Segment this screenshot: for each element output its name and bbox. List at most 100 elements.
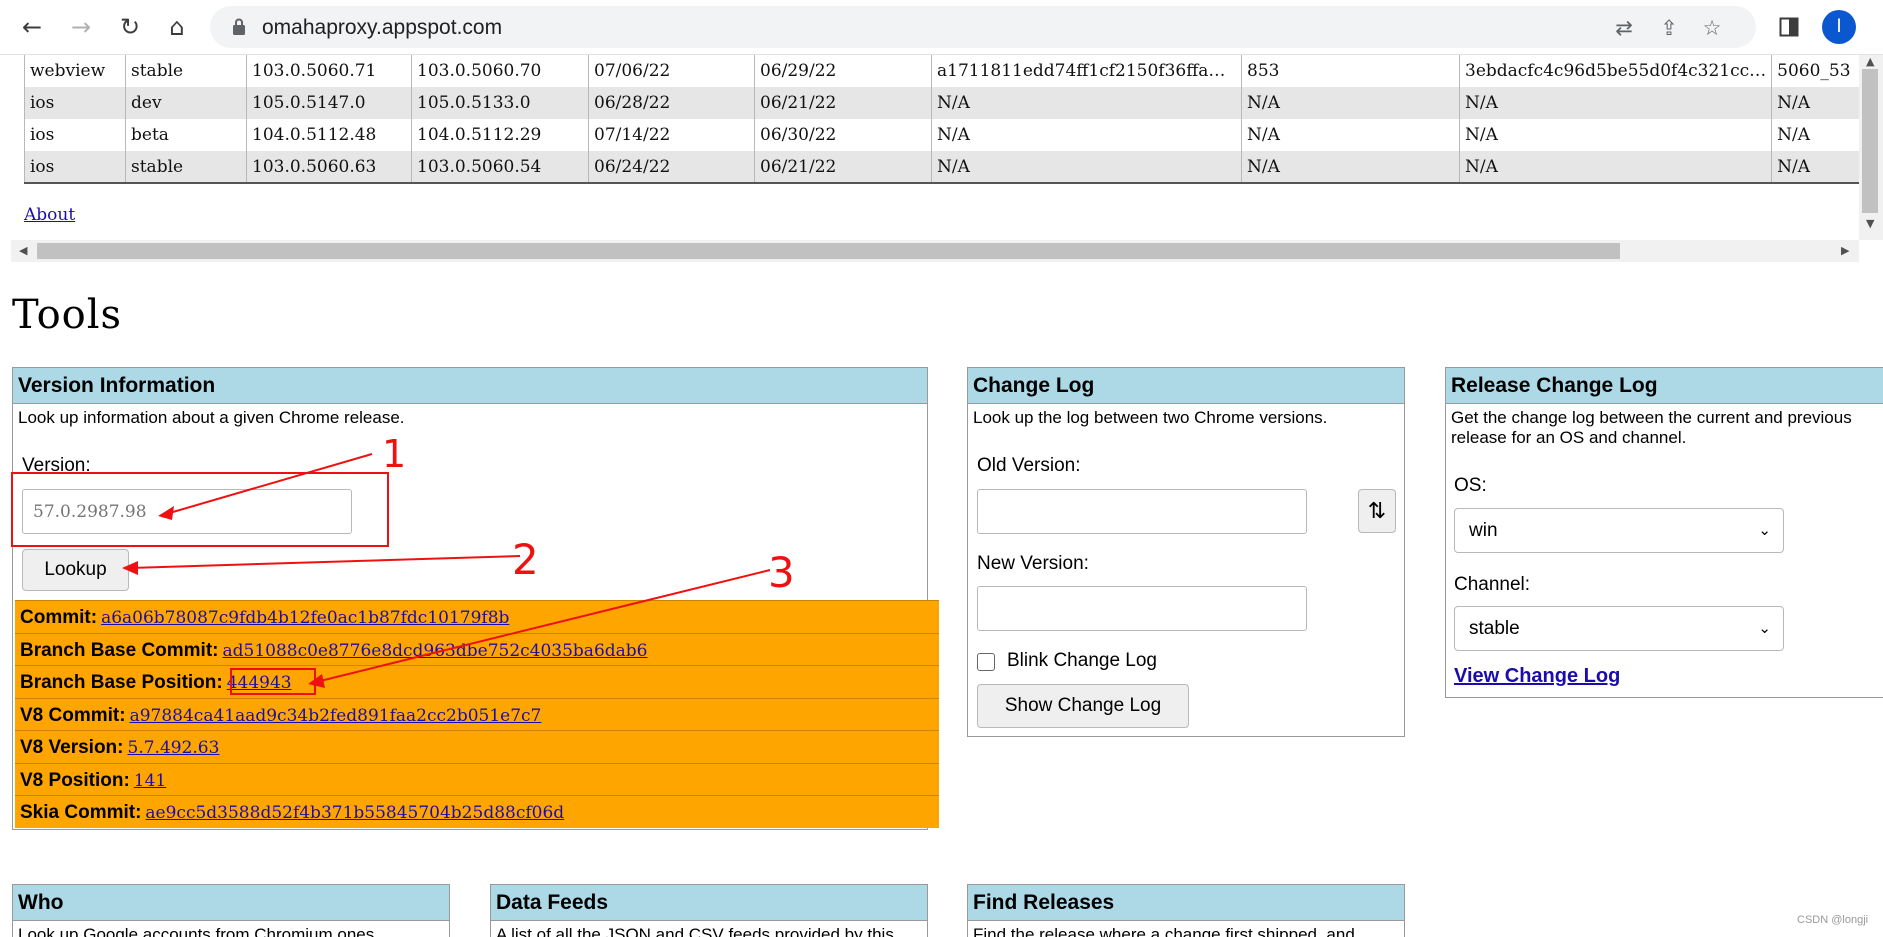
new-version-input[interactable] <box>977 586 1307 631</box>
result-row: Commit: a6a06b78087c9fdb4b12fe0ac1b87fdc1… <box>15 600 939 633</box>
result-label: Branch Base Position: <box>20 672 223 693</box>
home-icon[interactable]: ⌂ <box>160 10 194 44</box>
table-cell: stable <box>125 55 247 87</box>
panel-title: Version Information <box>13 368 927 404</box>
result-value-link[interactable]: ae9cc5d3588d52f4b371b55845704b25d88cf06d <box>145 803 564 823</box>
result-row: V8 Position: 141 <box>15 762 939 796</box>
table-cell: N/A <box>931 151 1242 183</box>
reload-icon[interactable]: ↻ <box>113 10 147 44</box>
table-cell: N/A <box>931 87 1242 119</box>
release-change-log-panel: Release Change Log Get the change log be… <box>1445 367 1883 698</box>
version-input[interactable]: 57.0.2987.98 <box>22 489 352 534</box>
about-link[interactable]: About <box>24 205 75 225</box>
table-cell: N/A <box>1241 119 1460 151</box>
panel-title: Who <box>13 885 449 921</box>
result-row: Branch Base Position: 444943 <box>15 665 939 698</box>
table-cell: N/A <box>931 119 1242 151</box>
view-change-log-link[interactable]: View Change Log <box>1454 665 1620 688</box>
table-cell: 103.0.5060.54 <box>411 151 589 183</box>
who-panel: Who Look up Google accounts from Chromiu… <box>12 884 450 937</box>
result-value-link[interactable]: 141 <box>134 771 166 791</box>
result-value-link[interactable]: a6a06b78087c9fdb4b12fe0ac1b87fdc10179f8b <box>101 608 509 628</box>
scrollbar-thumb[interactable] <box>1862 69 1878 213</box>
lookup-button[interactable]: Lookup <box>22 549 129 591</box>
table-cell: 07/14/22 <box>588 119 755 151</box>
result-label: Branch Base Commit: <box>20 639 219 661</box>
table-cell: N/A <box>1458 119 1772 151</box>
side-panel-icon[interactable] <box>1772 10 1806 44</box>
back-arrow-icon[interactable]: ← <box>15 10 49 44</box>
change-log-panel: Change Log Look up the log between two C… <box>967 367 1405 737</box>
version-information-panel: Version Information Look up information … <box>12 367 939 830</box>
scroll-left-icon[interactable]: ◀ <box>19 244 27 257</box>
blink-change-log-checkbox[interactable] <box>977 653 995 671</box>
new-version-label: New Version: <box>977 553 1089 574</box>
horizontal-scrollbar[interactable]: ◀ ▶ <box>11 240 1859 262</box>
table-cell: 103.0.5060.63 <box>246 151 412 183</box>
table-row: ios beta 104.0.5112.48 104.0.5112.29 07/14/2… <box>24 119 1862 151</box>
os-label: OS: <box>1454 475 1487 496</box>
tools-heading: Tools <box>12 292 123 338</box>
result-row: Skia Commit: ae9cc5d3588d52f4b371b5584570… <box>15 795 939 828</box>
scroll-up-icon[interactable]: ▲ <box>1866 55 1874 68</box>
url-text[interactable]: omahaproxy.appspot.com <box>262 16 502 40</box>
table-cell: 5060_53 <box>1771 55 1862 87</box>
old-version-input[interactable] <box>977 489 1307 534</box>
result-label: Commit: <box>20 607 98 628</box>
table-cell: 06/21/22 <box>754 151 932 183</box>
scroll-down-icon[interactable]: ▼ <box>1866 217 1874 230</box>
translate-icon[interactable]: ⇄ <box>1610 14 1638 42</box>
table-cell: 105.0.5147.0 <box>246 87 412 119</box>
share-icon[interactable]: ⇪ <box>1655 14 1683 42</box>
table-cell: 07/06/22 <box>588 55 755 87</box>
result-value-link[interactable]: ad51088c0e8776e8dcd963dbe752c4035ba6dab6 <box>223 641 648 661</box>
vertical-scrollbar[interactable]: ▲ ▼ <box>1859 55 1883 240</box>
table-cell: 103.0.5060.70 <box>411 55 589 87</box>
chevron-down-icon: ⌄ <box>1758 521 1771 539</box>
forward-arrow-icon[interactable]: → <box>64 10 98 44</box>
table-row: webview stable 103.0.5060.71 103.0.5060.70 0… <box>24 55 1862 87</box>
result-value-link[interactable]: 444943 <box>227 673 292 693</box>
table-cell: N/A <box>1241 151 1460 183</box>
releases-frame: webview stable 103.0.5060.71 103.0.5060.70 0… <box>11 55 1883 262</box>
version-results: Commit: a6a06b78087c9fdb4b12fe0ac1b87fdc1… <box>15 600 939 828</box>
table-cell: 06/29/22 <box>754 55 932 87</box>
table-cell: N/A <box>1458 151 1772 183</box>
table-cell: 103.0.5060.71 <box>246 55 412 87</box>
browser-toolbar: ← → ↻ ⌂ omahaproxy.appspot.com ⇄ ⇪ ☆ I <box>0 0 1883 55</box>
lock-icon <box>233 18 245 35</box>
profile-avatar[interactable]: I <box>1822 10 1856 44</box>
old-version-label: Old Version: <box>977 455 1081 476</box>
bookmark-star-icon[interactable]: ☆ <box>1698 14 1726 42</box>
result-label: V8 Version: <box>20 737 124 758</box>
table-cell: beta <box>125 119 247 151</box>
address-bar[interactable]: omahaproxy.appspot.com ⇄ ⇪ ☆ <box>210 6 1756 48</box>
result-value-link[interactable]: a97884ca41aad9c34b2fed891faa2cc2b051e7c7 <box>130 706 542 726</box>
swap-vertical-icon[interactable]: ⇅ <box>1358 489 1396 533</box>
scroll-right-icon[interactable]: ▶ <box>1841 244 1849 257</box>
releases-table: webview stable 103.0.5060.71 103.0.5060.70 0… <box>24 55 1862 184</box>
table-cell: a1711811edd74ff1cf2150f36ffa… <box>931 55 1242 87</box>
result-value-link[interactable]: 5.7.492.63 <box>128 738 220 758</box>
table-row: ios stable 103.0.5060.63 103.0.5060.54 06/24… <box>24 151 1862 183</box>
channel-select-value: stable <box>1469 618 1520 639</box>
table-cell: N/A <box>1458 87 1772 119</box>
table-cell: ios <box>24 119 126 151</box>
os-select[interactable]: win ⌄ <box>1454 508 1784 553</box>
panel-title: Release Change Log <box>1446 368 1883 404</box>
show-change-log-button[interactable]: Show Change Log <box>977 684 1189 728</box>
scrollbar-thumb[interactable] <box>37 243 1620 259</box>
panel-description: A list of all the JSON and CSV feeds pro… <box>496 925 894 937</box>
panel-description: Look up information about a given Chrome… <box>18 408 405 427</box>
chevron-down-icon: ⌄ <box>1758 619 1771 637</box>
os-select-value: win <box>1469 520 1498 541</box>
panel-title: Data Feeds <box>491 885 927 921</box>
panel-title: Change Log <box>968 368 1404 404</box>
table-cell: stable <box>125 151 247 183</box>
result-row: V8 Version: 5.7.492.63 <box>15 730 939 763</box>
table-row: ios dev 105.0.5147.0 105.0.5133.0 06/28/22 06… <box>24 87 1862 119</box>
table-cell: N/A <box>1241 87 1460 119</box>
blink-change-log-label: Blink Change Log <box>1007 650 1157 671</box>
version-label: Version: <box>22 455 91 476</box>
channel-select[interactable]: stable ⌄ <box>1454 606 1784 651</box>
